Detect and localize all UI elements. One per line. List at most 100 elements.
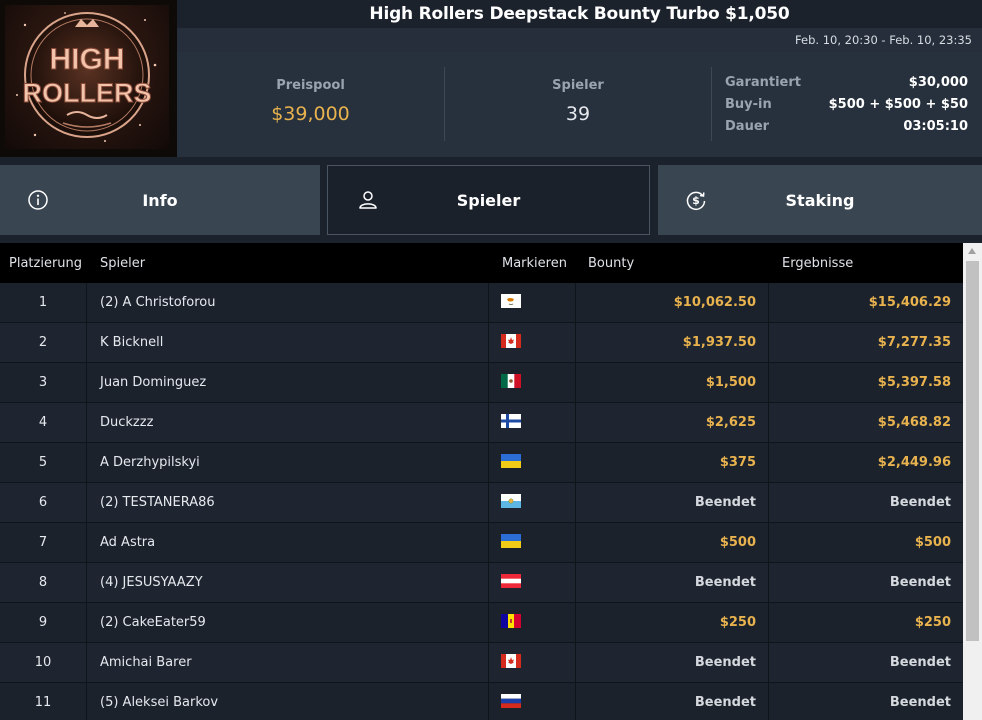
cell-result: Beendet: [889, 695, 951, 710]
flag-canada-icon: [501, 333, 521, 348]
table-scrollbar[interactable]: [963, 243, 982, 720]
cell-place: 1: [0, 283, 87, 322]
header-result[interactable]: Ergebnisse: [769, 243, 963, 283]
tournament-dates: Feb. 10, 20:30 - Feb. 10, 23:35: [795, 33, 972, 47]
cell-player-name[interactable]: K Bicknell: [87, 323, 489, 362]
detail-duration: Dauer 03:05:10: [725, 116, 968, 138]
cell-bounty: $1,500: [576, 363, 769, 402]
cell-player-name[interactable]: Ad Astra: [87, 523, 489, 562]
cell-player-name[interactable]: Duckzzz: [87, 403, 489, 442]
players-count-block: Spieler 39: [445, 67, 711, 141]
user-icon: [359, 191, 377, 209]
cell-player-name[interactable]: (5) Aleksei Barkov: [87, 683, 489, 720]
cell-place: 11: [0, 683, 87, 720]
cell-place: 5: [0, 443, 87, 482]
table-row[interactable]: 9 (2) CakeEater59 $250 $250: [0, 603, 963, 643]
cell-flag: [489, 683, 576, 720]
table-row[interactable]: 6 (2) TESTANERA86 Beendet Beendet: [0, 483, 963, 523]
cell-result: $7,277.35: [877, 335, 951, 350]
table-row[interactable]: 3 Juan Dominguez $1,500 $5,397.58: [0, 363, 963, 403]
title-bar: High Rollers Deepstack Bounty Turbo $1,0…: [177, 0, 982, 28]
cell-bounty: $375: [576, 443, 769, 482]
flag-san-marino-icon: [501, 493, 521, 508]
detail-value: $500 + $500 + $50: [828, 97, 968, 112]
cell-result: Beendet: [889, 575, 951, 590]
cell-place: 3: [0, 363, 87, 402]
flag-finland-icon: [501, 413, 521, 428]
cell-bounty: $1,937.50: [576, 323, 769, 362]
flag-ukraine-icon: [501, 533, 521, 548]
table-row[interactable]: 1 (2) A Christoforou $10,062.50 $15,406.29: [0, 283, 963, 323]
flag-ukraine-icon: [501, 453, 521, 468]
flag-cyprus-icon: [501, 293, 521, 308]
table-row[interactable]: 11 (5) Aleksei Barkov Beendet Beendet: [0, 683, 963, 720]
date-bar: Feb. 10, 20:30 - Feb. 10, 23:35: [177, 28, 982, 52]
table-row[interactable]: 2K Bicknell $1,937.50 $7,277.35: [0, 323, 963, 363]
cell-flag: [489, 643, 576, 682]
cell-place: 4: [0, 403, 87, 442]
cell-player-name[interactable]: A Derzhypilskyi: [87, 443, 489, 482]
tab-label: Info: [142, 190, 178, 210]
svg-text:ROLLERS: ROLLERS: [22, 78, 151, 108]
cell-flag: [489, 283, 576, 322]
cell-place: 9: [0, 603, 87, 642]
flag-canada-icon: [501, 653, 521, 668]
tournament-logo: HIGH ROLLERS: [0, 0, 177, 157]
tournament-stats: Preispool $39,000 Spieler 39 Garantiert …: [177, 52, 982, 157]
detail-guaranteed: Garantiert $30,000: [725, 72, 968, 94]
cell-player-name[interactable]: (2) CakeEater59: [87, 603, 489, 642]
cell-flag: [489, 403, 576, 442]
players-count-label: Spieler: [552, 78, 604, 93]
cell-player-name[interactable]: (2) A Christoforou: [87, 283, 489, 322]
cell-bounty: $500: [576, 523, 769, 562]
tab-info[interactable]: Info: [0, 165, 320, 235]
cell-bounty: Beendet: [576, 683, 769, 720]
detail-label: Dauer: [725, 119, 770, 134]
header-place[interactable]: Platzierung: [0, 243, 87, 283]
stats-divider: [711, 67, 712, 141]
scroll-thumb[interactable]: [966, 261, 979, 641]
cell-bounty: $250: [576, 603, 769, 642]
table-row[interactable]: 8 (4) JESUSYAAZY Beendet Beendet: [0, 563, 963, 603]
prize-pool-value: $39,000: [271, 103, 350, 125]
info-circle-icon: [28, 190, 48, 210]
table-body: 1 (2) A Christoforou $10,062.50 $15,406.29 2…: [0, 283, 963, 720]
cell-player-name[interactable]: (4) JESUSYAAZY: [87, 563, 489, 602]
cell-player-name[interactable]: Juan Dominguez: [87, 363, 489, 402]
cell-result: Beendet: [889, 655, 951, 670]
dollar-refresh-icon: $: [686, 191, 706, 210]
cell-flag: [489, 523, 576, 562]
tab-staking[interactable]: $ Staking: [658, 165, 982, 235]
cell-place: 10: [0, 643, 87, 682]
cell-player-name[interactable]: Amichai Barer: [87, 643, 489, 682]
cell-result: $15,406.29: [868, 295, 951, 310]
cell-place: 6: [0, 483, 87, 522]
cell-bounty: Beendet: [576, 483, 769, 522]
prize-pool-block: Preispool $39,000: [177, 67, 444, 141]
cell-player-name[interactable]: (2) TESTANERA86: [87, 483, 489, 522]
table-row[interactable]: 4 Duckzzz $2,625 $5,468.82: [0, 403, 963, 443]
table-row[interactable]: 5A Derzhypilskyi $375 $2,449.96: [0, 443, 963, 483]
header-player[interactable]: Spieler: [87, 243, 489, 283]
table-row[interactable]: 7 Ad Astra $500 $500: [0, 523, 963, 563]
scroll-up-arrow-icon[interactable]: [968, 248, 976, 254]
flag-mexico-icon: [501, 373, 521, 388]
cell-result: $5,397.58: [877, 375, 951, 390]
tab-players[interactable]: Spieler: [327, 165, 650, 235]
cell-place: 7: [0, 523, 87, 562]
cell-result: $2,449.96: [877, 455, 951, 470]
cell-bounty: Beendet: [576, 643, 769, 682]
flag-austria-icon: [501, 573, 521, 588]
detail-value: $30,000: [908, 75, 968, 90]
svg-text:HIGH: HIGH: [50, 43, 125, 76]
cell-flag: [489, 563, 576, 602]
header-flag[interactable]: Markieren: [489, 243, 576, 283]
cell-flag: [489, 363, 576, 402]
header-bounty[interactable]: Bounty: [576, 243, 769, 283]
flag-russia-icon: [501, 693, 521, 708]
players-count-value: 39: [565, 103, 591, 125]
tournament-details: Garantiert $30,000 Buy-in $500 + $500 + …: [725, 72, 968, 138]
cell-result: $500: [914, 535, 951, 550]
table-row[interactable]: 10 Amichai Barer Beendet Beendet: [0, 643, 963, 683]
cell-flag: [489, 483, 576, 522]
